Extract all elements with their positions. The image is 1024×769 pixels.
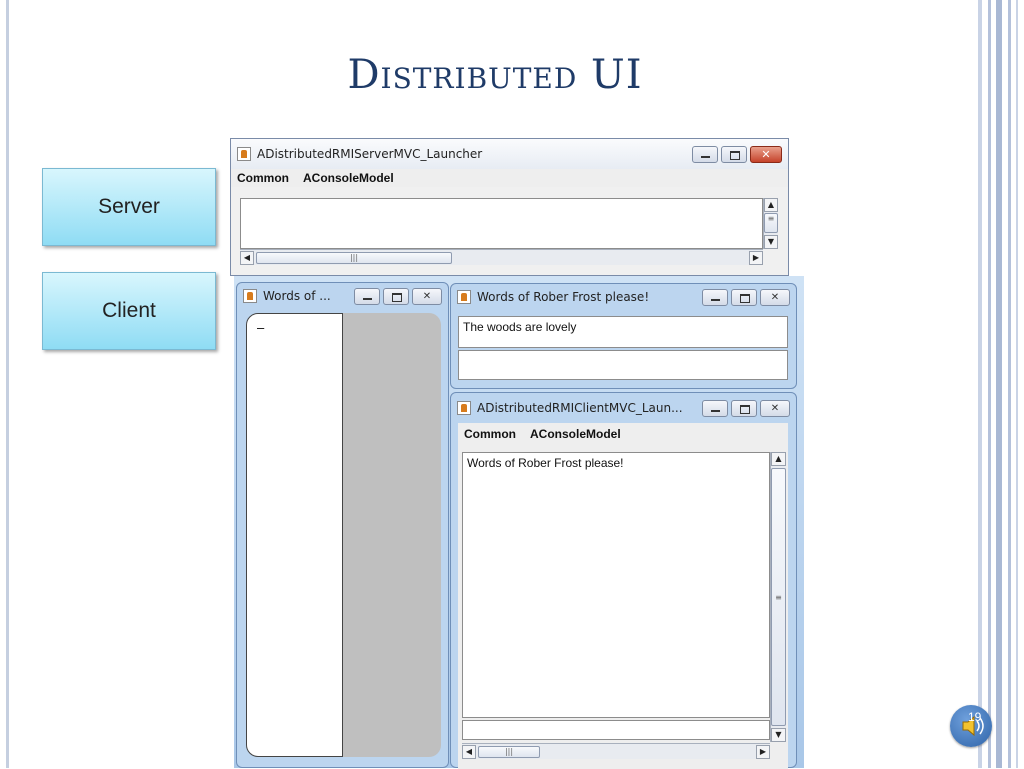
client-window-titlebar[interactable]: ADistributedRMIClientMVC_Laun... xyxy=(451,393,796,423)
scroll-right-icon[interactable]: ▶ xyxy=(756,744,770,759)
narrow-field-text: – xyxy=(257,320,265,335)
minimize-button[interactable] xyxy=(692,145,718,163)
menu-common[interactable]: Common xyxy=(464,427,516,441)
java-app-icon xyxy=(243,289,257,303)
scroll-thumb[interactable]: ||| xyxy=(256,251,452,264)
client-window: ADistributedRMIClientMVC_Laun... Common … xyxy=(450,392,797,769)
page-number: 19 xyxy=(968,710,982,724)
slide-title: Distributed UI xyxy=(347,52,643,98)
words-window-titlebar[interactable]: Words of Rober Frost please! xyxy=(451,284,796,310)
close-button[interactable] xyxy=(750,145,782,163)
scroll-right-icon[interactable]: ▶ xyxy=(749,250,763,265)
scroll-down-icon[interactable]: ▼ xyxy=(764,235,778,249)
words-input-field[interactable] xyxy=(458,350,788,380)
client-vertical-scrollbar[interactable]: ▲ ≡ ▼ xyxy=(770,452,786,742)
minimize-button[interactable] xyxy=(702,288,728,306)
client-console-text: Words of Rober Frost please! xyxy=(467,456,624,470)
menu-common[interactable]: Common xyxy=(237,171,289,185)
words-output-field: The woods are lovely xyxy=(458,316,788,348)
server-label-box: Server xyxy=(42,168,216,246)
minimize-button[interactable] xyxy=(702,399,728,417)
server-vertical-scrollbar[interactable]: ▲ ≡ ▼ xyxy=(763,198,778,249)
maximize-button[interactable] xyxy=(721,145,747,163)
client-console-area[interactable]: Words of Rober Frost please! xyxy=(462,452,770,718)
server-window-title: ADistributedRMIServerMVC_Launcher xyxy=(257,147,483,161)
slide-stripe xyxy=(1016,0,1018,768)
server-menubar: Common AConsoleModel xyxy=(231,169,788,187)
menu-aconsolemodel[interactable]: AConsoleModel xyxy=(303,171,394,185)
scroll-corner xyxy=(763,249,778,265)
close-button[interactable] xyxy=(760,288,790,306)
client-horizontal-scrollbar[interactable]: ◀ ||| ▶ xyxy=(462,743,770,759)
narrow-text-field[interactable]: – xyxy=(246,313,343,757)
maximize-button[interactable] xyxy=(383,287,409,305)
maximize-button[interactable] xyxy=(731,399,757,417)
words-output-text: The woods are lovely xyxy=(463,320,577,334)
close-button[interactable] xyxy=(760,399,790,417)
scroll-left-icon[interactable]: ◀ xyxy=(240,250,254,265)
client-label-box: Client xyxy=(42,272,216,350)
slide-stripe xyxy=(996,0,1002,768)
server-window-titlebar[interactable]: ADistributedRMIServerMVC_Launcher xyxy=(231,139,788,169)
slide-stripe xyxy=(978,0,982,768)
scroll-left-icon[interactable]: ◀ xyxy=(462,744,476,759)
java-app-icon xyxy=(457,290,471,304)
java-app-icon xyxy=(457,401,471,415)
scroll-up-icon[interactable]: ▲ xyxy=(764,198,778,212)
slide-left-rule xyxy=(6,0,9,768)
scroll-thumb[interactable]: ≡ xyxy=(771,468,786,726)
narrow-window: Words of ... – xyxy=(236,282,449,768)
server-console-area[interactable] xyxy=(240,198,763,249)
menu-aconsolemodel[interactable]: AConsoleModel xyxy=(530,427,621,441)
slide-stripe xyxy=(1008,0,1011,768)
words-window-title: Words of Rober Frost please! xyxy=(477,290,650,304)
client-content: Common AConsoleModel Words of Rober Fros… xyxy=(458,423,788,769)
narrow-window-title: Words of ... xyxy=(263,289,331,303)
client-input-field[interactable] xyxy=(462,720,770,740)
maximize-button[interactable] xyxy=(731,288,757,306)
scroll-up-icon[interactable]: ▲ xyxy=(771,452,786,466)
words-window: Words of Rober Frost please! The woods a… xyxy=(450,283,797,389)
scroll-thumb[interactable]: ||| xyxy=(478,745,540,758)
server-label: Server xyxy=(98,195,160,218)
java-app-icon xyxy=(237,147,251,161)
client-menubar: Common AConsoleModel xyxy=(458,423,788,445)
scroll-thumb[interactable]: ≡ xyxy=(764,213,778,233)
server-horizontal-scrollbar[interactable]: ◀ ||| ▶ xyxy=(240,249,763,265)
close-button[interactable] xyxy=(412,287,442,305)
scroll-down-icon[interactable]: ▼ xyxy=(771,728,786,742)
server-window: ADistributedRMIServerMVC_Launcher Common… xyxy=(230,138,789,276)
client-window-title: ADistributedRMIClientMVC_Laun... xyxy=(477,401,683,415)
client-label: Client xyxy=(102,299,156,322)
narrow-window-titlebar[interactable]: Words of ... xyxy=(237,283,448,309)
minimize-button[interactable] xyxy=(354,287,380,305)
narrow-gray-panel xyxy=(343,313,441,757)
slide-stripe xyxy=(988,0,991,768)
